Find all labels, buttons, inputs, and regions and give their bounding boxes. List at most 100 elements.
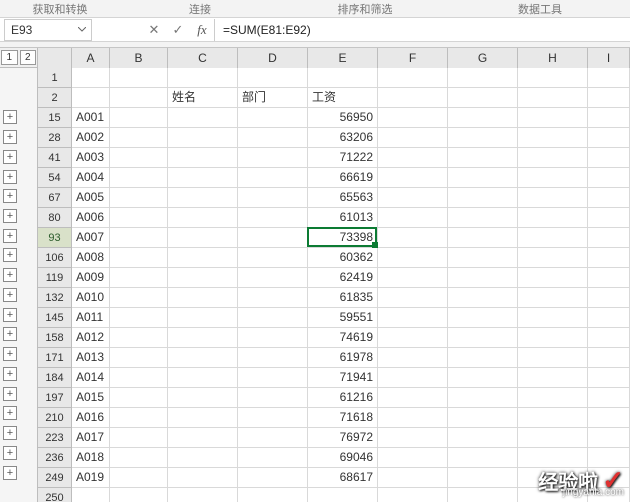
outline-level-2[interactable]: 2 [20, 50, 37, 65]
cell[interactable] [110, 348, 168, 368]
cell[interactable]: A019 [72, 468, 110, 488]
outline-expand-icon[interactable]: + [3, 406, 17, 420]
cell[interactable] [168, 128, 238, 148]
cell[interactable] [378, 408, 448, 428]
cell[interactable] [518, 208, 588, 228]
cell[interactable] [518, 188, 588, 208]
cell[interactable] [110, 468, 168, 488]
cell[interactable] [518, 368, 588, 388]
cell[interactable] [448, 68, 518, 88]
cell[interactable] [110, 88, 168, 108]
row-header[interactable]: 41 [38, 148, 71, 168]
cell[interactable]: A017 [72, 428, 110, 448]
cell[interactable]: A006 [72, 208, 110, 228]
cell[interactable] [518, 468, 588, 488]
cell[interactable] [378, 428, 448, 448]
cell[interactable] [588, 448, 630, 468]
select-all-corner[interactable] [38, 48, 72, 68]
row-header[interactable]: 2 [38, 88, 71, 108]
cell[interactable] [378, 168, 448, 188]
cell[interactable] [448, 168, 518, 188]
cell[interactable]: A013 [72, 348, 110, 368]
cell[interactable] [238, 168, 308, 188]
cell[interactable] [238, 388, 308, 408]
cell[interactable] [518, 288, 588, 308]
cell[interactable] [378, 228, 448, 248]
cell[interactable] [238, 348, 308, 368]
cell[interactable] [448, 108, 518, 128]
cell[interactable] [448, 128, 518, 148]
cell[interactable] [588, 168, 630, 188]
cell[interactable] [378, 448, 448, 468]
cell[interactable]: 63206 [308, 128, 378, 148]
cell[interactable] [168, 408, 238, 428]
row-header[interactable]: 54 [38, 168, 71, 188]
cell[interactable] [238, 468, 308, 488]
cell[interactable] [378, 128, 448, 148]
cell[interactable] [588, 228, 630, 248]
cell[interactable] [448, 488, 518, 502]
cell[interactable] [588, 88, 630, 108]
cell[interactable] [168, 148, 238, 168]
cell[interactable] [238, 228, 308, 248]
cell[interactable]: 姓名 [168, 88, 238, 108]
cell[interactable] [308, 488, 378, 502]
name-box-dropdown-icon[interactable] [75, 23, 89, 37]
cell[interactable] [518, 108, 588, 128]
cell[interactable] [448, 428, 518, 448]
cell[interactable] [518, 328, 588, 348]
cell[interactable] [238, 248, 308, 268]
cell[interactable] [378, 108, 448, 128]
cell[interactable] [110, 388, 168, 408]
cell[interactable]: A001 [72, 108, 110, 128]
cell[interactable]: 工资 [308, 88, 378, 108]
cell[interactable] [518, 448, 588, 468]
cell[interactable] [588, 388, 630, 408]
cell[interactable] [448, 188, 518, 208]
cell[interactable]: 71222 [308, 148, 378, 168]
cell[interactable] [448, 208, 518, 228]
cell[interactable] [518, 168, 588, 188]
cell[interactable] [518, 488, 588, 502]
cell[interactable] [110, 128, 168, 148]
cell[interactable] [518, 248, 588, 268]
cell[interactable]: A005 [72, 188, 110, 208]
outline-expand-icon[interactable]: + [3, 426, 17, 440]
cell[interactable] [168, 468, 238, 488]
cell[interactable] [378, 348, 448, 368]
cell[interactable] [518, 428, 588, 448]
cell[interactable] [110, 108, 168, 128]
cell[interactable]: A010 [72, 288, 110, 308]
cell[interactable] [588, 288, 630, 308]
cell[interactable] [378, 188, 448, 208]
row-header[interactable]: 93 [38, 228, 71, 248]
cell[interactable] [110, 308, 168, 328]
cell[interactable] [168, 208, 238, 228]
outline-expand-icon[interactable]: + [3, 110, 17, 124]
cell[interactable] [168, 368, 238, 388]
cell[interactable] [448, 228, 518, 248]
cell[interactable] [588, 408, 630, 428]
cell[interactable] [378, 388, 448, 408]
cell[interactable]: 76972 [308, 428, 378, 448]
row-header[interactable]: 28 [38, 128, 71, 148]
column-header-B[interactable]: B [110, 48, 168, 68]
cell[interactable]: 66619 [308, 168, 378, 188]
cell[interactable] [110, 188, 168, 208]
cell[interactable] [448, 348, 518, 368]
cell[interactable] [110, 488, 168, 502]
cell[interactable] [168, 268, 238, 288]
cell[interactable]: 部门 [238, 88, 308, 108]
cell[interactable] [588, 428, 630, 448]
cell[interactable] [588, 488, 630, 502]
row-header[interactable]: 250 [38, 488, 71, 502]
cell[interactable] [110, 328, 168, 348]
cell[interactable] [588, 368, 630, 388]
cell[interactable] [168, 108, 238, 128]
cell[interactable] [448, 448, 518, 468]
cell[interactable] [110, 68, 168, 88]
row-header[interactable]: 132 [38, 288, 71, 308]
cell[interactable] [110, 448, 168, 468]
cell[interactable] [110, 428, 168, 448]
name-box[interactable]: E93 [4, 19, 92, 41]
